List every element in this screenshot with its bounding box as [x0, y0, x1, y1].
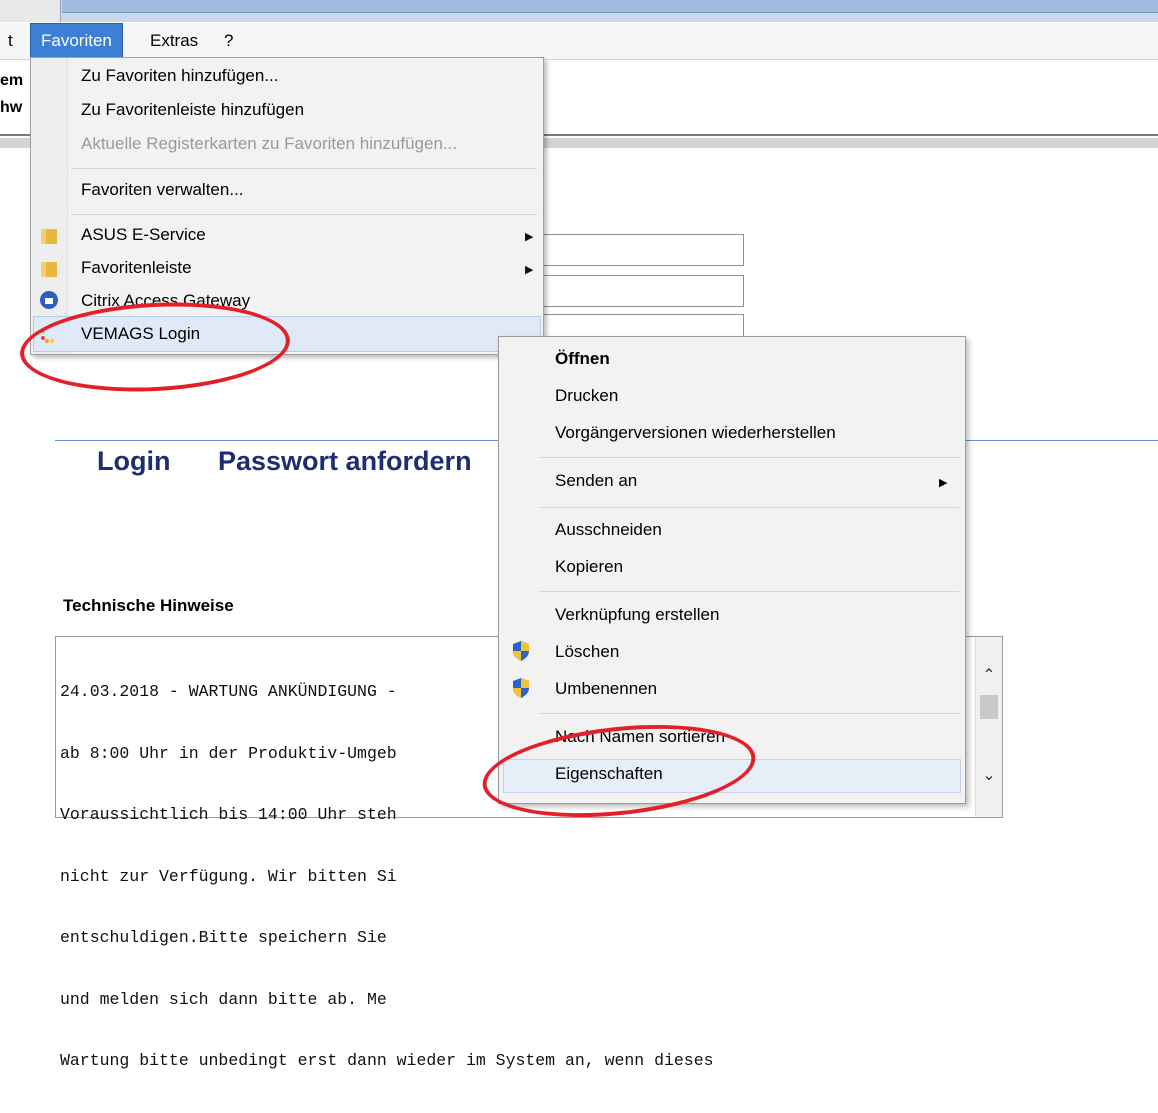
tab-login[interactable]: Login	[97, 446, 170, 477]
uac-shield-icon	[513, 678, 529, 698]
hinweise-heading: Technische Hinweise	[63, 596, 234, 615]
notice-line: entschuldigen.Bitte speichern Sie	[60, 928, 387, 947]
menu-item-manage[interactable]: Favoriten verwalten...	[81, 180, 244, 200]
scroll-down-icon[interactable]: ⌄	[976, 765, 1002, 785]
menu-item-favbar[interactable]: Favoritenleiste	[81, 258, 192, 278]
scroll-thumb[interactable]	[980, 695, 998, 719]
left-fragment-1: em	[0, 72, 24, 89]
ctx-item-verknuepfung[interactable]: Verknüpfung erstellen	[555, 605, 719, 625]
uac-shield-icon	[513, 641, 529, 661]
ctx-item-vorgaenger[interactable]: Vorgängerversionen wiederherstellen	[555, 423, 836, 443]
ctx-item-umbenennen[interactable]: Umbenennen	[555, 679, 657, 699]
menu-partial[interactable]: t	[0, 23, 23, 59]
menu-separator	[71, 168, 537, 169]
menu-separator	[539, 507, 959, 508]
folder-icon	[41, 229, 57, 244]
menu-separator	[539, 591, 959, 592]
window-title-strip	[0, 0, 1158, 22]
username-input[interactable]	[520, 234, 744, 266]
menu-item-add-tabs: Aktuelle Registerkarten zu Favoriten hin…	[81, 134, 458, 153]
notice-line: Wartung bitte unbedingt erst dann wieder…	[60, 1051, 714, 1070]
title-left-cell	[0, 0, 61, 22]
left-fragment-2: hw	[0, 99, 23, 116]
menu-item-add-favorite[interactable]: Zu Favoriten hinzufügen...	[81, 66, 279, 86]
submenu-arrow-icon: ▶	[525, 264, 534, 276]
ctx-item-kopieren[interactable]: Kopieren	[555, 557, 623, 577]
ctx-item-senden[interactable]: Senden an	[555, 471, 637, 491]
menu-favoriten[interactable]: Favoriten	[30, 23, 123, 59]
notice-line: und melden sich dann bitte ab. Me	[60, 989, 387, 1009]
menu-bar: t Favoriten Extras ?	[0, 23, 1158, 60]
tab-passwort-anfordern[interactable]: Passwort anfordern	[218, 446, 472, 477]
submenu-arrow-icon: ▶	[939, 477, 948, 489]
menu-separator	[539, 457, 959, 458]
password-input[interactable]	[520, 275, 744, 307]
menu-separator	[539, 713, 959, 714]
notice-scrollbar[interactable]: ⌃ ⌄	[975, 637, 1002, 817]
submenu-arrow-icon: ▶	[525, 231, 534, 243]
scroll-up-icon[interactable]: ⌃	[976, 665, 1002, 685]
ctx-item-oeffnen[interactable]: Öffnen	[555, 349, 610, 369]
menu-item-asus[interactable]: ASUS E-Service	[81, 225, 206, 245]
folder-icon	[41, 262, 57, 277]
menu-help[interactable]: ?	[214, 23, 243, 59]
ctx-item-drucken[interactable]: Drucken	[555, 386, 618, 406]
ctx-item-loeschen[interactable]: Löschen	[555, 642, 619, 662]
ctx-item-ausschneiden[interactable]: Ausschneiden	[555, 520, 662, 540]
citrix-icon	[40, 291, 58, 309]
menu-separator	[71, 214, 537, 215]
title-strip-bar	[62, 0, 1158, 13]
menu-extras[interactable]: Extras	[140, 23, 208, 59]
notice-line: nicht zur Verfügung. Wir bitten Si	[60, 866, 397, 886]
menu-item-add-favbar[interactable]: Zu Favoritenleiste hinzufügen	[81, 100, 304, 120]
